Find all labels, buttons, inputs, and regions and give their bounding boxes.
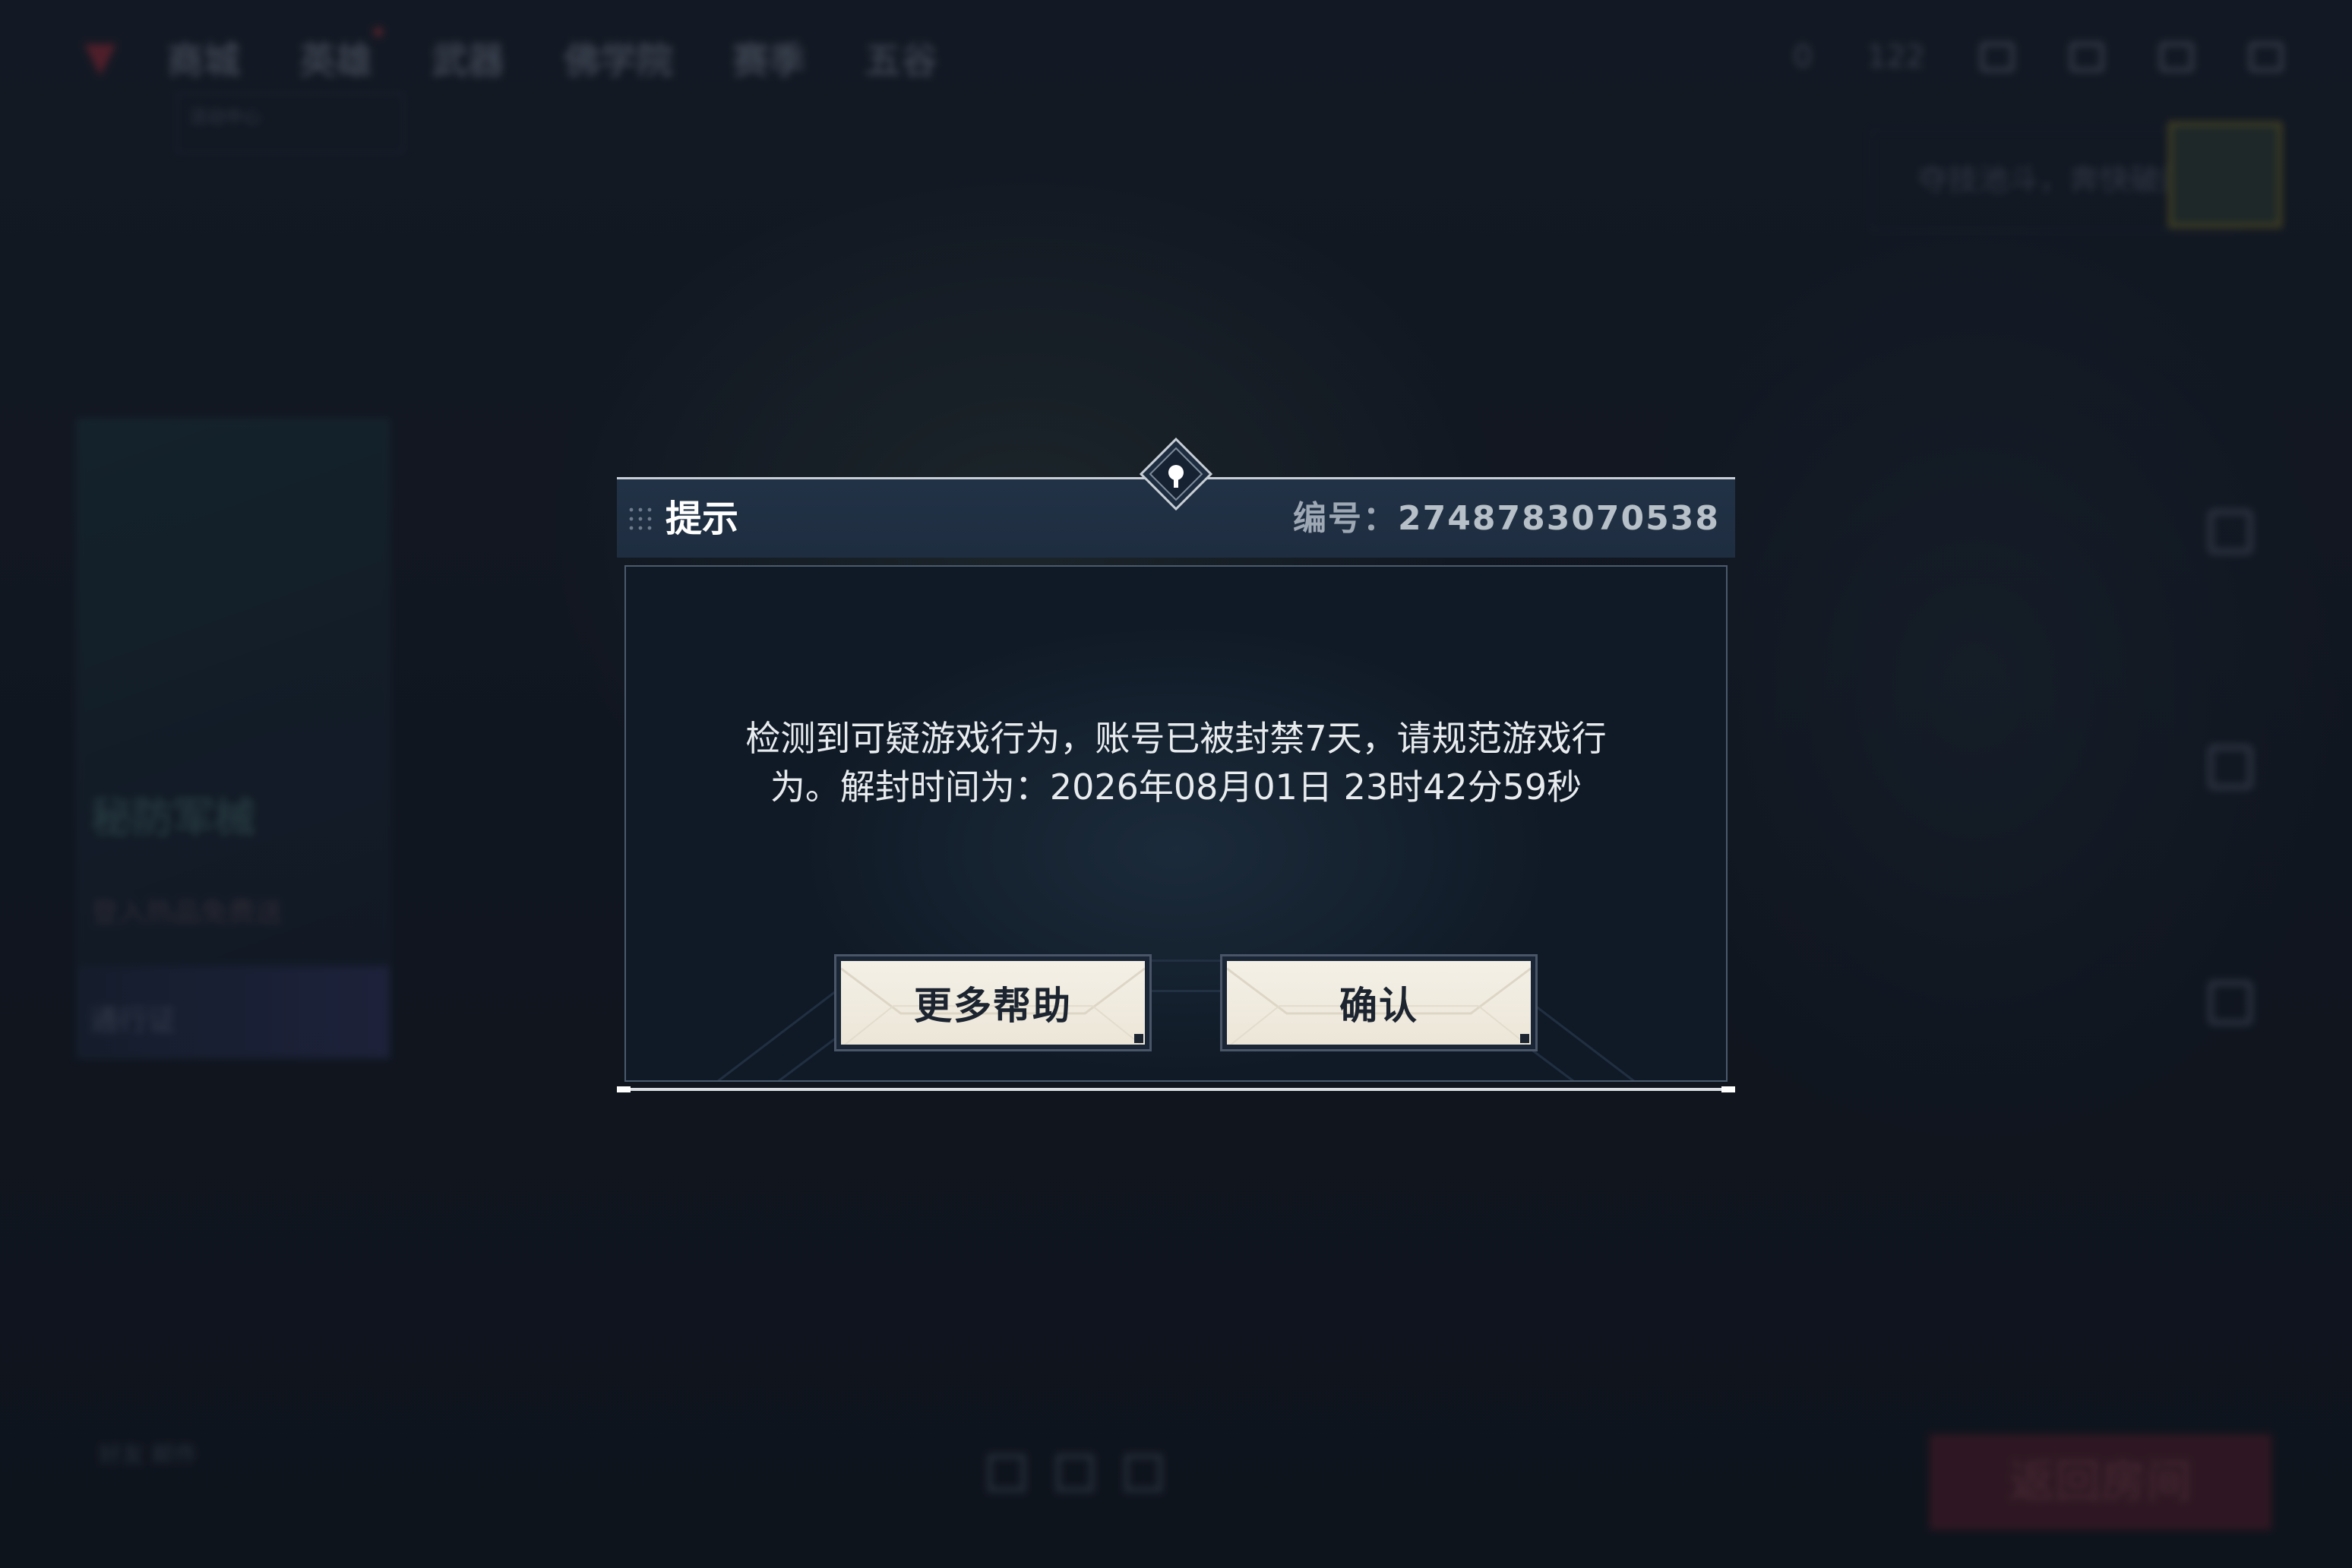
- more-help-button[interactable]: 更多帮助: [834, 954, 1152, 1051]
- corner-tick: [1520, 1034, 1529, 1043]
- more-help-label: 更多帮助: [914, 984, 1072, 1028]
- body-pattern: [716, 959, 1635, 1080]
- case-number-label: 编号：: [1293, 499, 1398, 538]
- ban-message-line-1: 检测到可疑游戏行为，账号已被封禁7天，请规范游戏行: [745, 718, 1607, 759]
- dialog-bottom-border: [617, 1086, 1735, 1092]
- confirm-label: 确认: [1339, 984, 1418, 1028]
- case-number: 编号：2748783070538: [1293, 495, 1720, 543]
- case-number-value: 2748783070538: [1398, 499, 1720, 538]
- alert-badge-icon: [1140, 438, 1212, 511]
- ban-notice-dialog: 提示 编号：2748783070538 检测到可疑游戏行为，账号已被封禁7天，请…: [617, 438, 1735, 1092]
- dialog-body: 检测到可疑游戏行为，账号已被封禁7天，请规范游戏行 为。解封时间为：2026年0…: [624, 565, 1728, 1082]
- grip-icon: [629, 507, 652, 530]
- more-help-button-face: 更多帮助: [841, 961, 1145, 1045]
- confirm-button-face: 确认: [1227, 961, 1531, 1045]
- confirm-button[interactable]: 确认: [1220, 954, 1538, 1051]
- dialog-title: 提示: [665, 498, 739, 540]
- corner-tick: [1134, 1034, 1143, 1043]
- ban-message-line-2: 为。解封时间为：2026年08月01日 23时42分59秒: [770, 767, 1582, 808]
- game-screen: ▼ 商城 英雄 武器 佛学院 赛季 五谷 0 122 活动中心 夺技池斗，奔快破…: [0, 0, 2352, 1568]
- ban-message: 检测到可疑游戏行为，账号已被封禁7天，请规范游戏行 为。解封时间为：2026年0…: [672, 714, 1680, 811]
